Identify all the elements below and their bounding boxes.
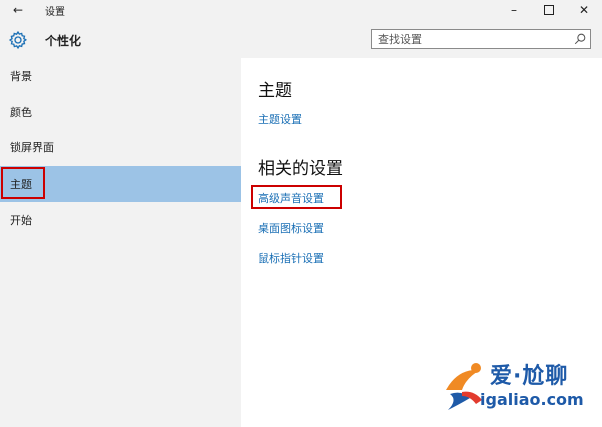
search-input[interactable] <box>372 30 568 48</box>
sidebar: 背景 颜色 锁屏界面 主题 开始 <box>0 58 241 427</box>
close-button[interactable]: ✕ <box>566 0 602 20</box>
mouse-pointer-settings-link[interactable]: 鼠标指针设置 <box>258 250 324 266</box>
minimize-icon: – <box>511 3 517 17</box>
maximize-icon <box>544 5 554 15</box>
close-icon: ✕ <box>578 3 590 17</box>
maximize-button[interactable] <box>531 0 567 20</box>
sidebar-item-label: 开始 <box>10 214 32 227</box>
watermark-url-text: igaliao.com <box>480 390 584 409</box>
sidebar-item-label: 颜色 <box>10 106 32 119</box>
watermark: 爱·尬聊 igaliao.com <box>440 356 600 416</box>
sidebar-item-label: 锁屏界面 <box>10 141 54 154</box>
sidebar-item-start[interactable]: 开始 <box>0 202 241 238</box>
sidebar-item-lock-screen[interactable]: 锁屏界面 <box>0 129 241 165</box>
search-box[interactable] <box>371 29 591 49</box>
desktop-icon-settings-link[interactable]: 桌面图标设置 <box>258 220 324 236</box>
title-bar: ← 设置 – ✕ <box>0 0 602 20</box>
section-title-themes: 主题 <box>258 81 292 101</box>
advanced-sound-settings-link[interactable]: 高级声音设置 <box>258 190 324 206</box>
sidebar-item-colors[interactable]: 颜色 <box>0 94 241 130</box>
back-button[interactable]: ← <box>0 0 36 20</box>
watermark-brand-text: 爱·尬聊 <box>490 364 569 389</box>
sidebar-item-label: 背景 <box>10 70 32 83</box>
sidebar-item-themes[interactable]: 主题 <box>0 166 241 202</box>
search-icon[interactable] <box>573 32 587 46</box>
gear-icon <box>8 30 28 50</box>
sidebar-item-background[interactable]: 背景 <box>0 58 241 94</box>
back-arrow-icon: ← <box>12 3 24 17</box>
theme-settings-link[interactable]: 主题设置 <box>258 111 302 127</box>
page-title: 个性化 <box>45 34 82 48</box>
header: 个性化 <box>0 20 602 58</box>
window-title: 设置 <box>45 7 65 18</box>
sidebar-item-label: 主题 <box>10 178 32 191</box>
section-title-related-settings: 相关的设置 <box>258 159 343 179</box>
minimize-button[interactable]: – <box>496 0 532 20</box>
